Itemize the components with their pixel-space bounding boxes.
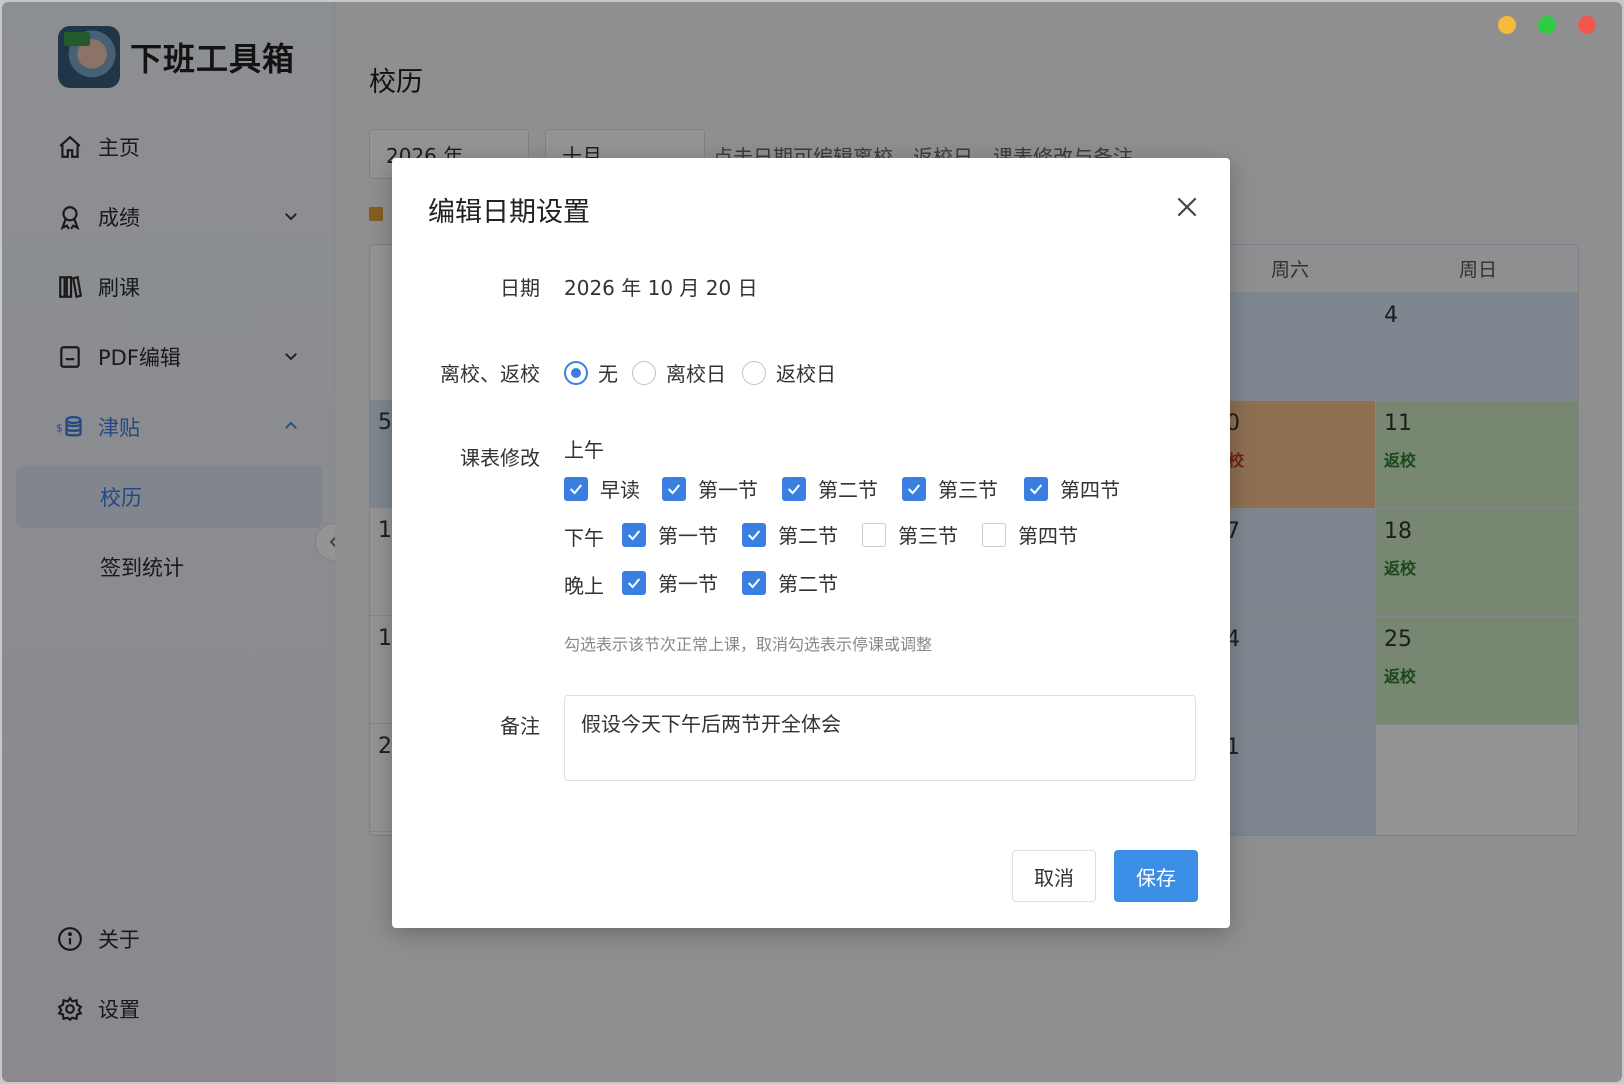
- close-window-button[interactable]: [1578, 16, 1596, 34]
- checkbox-morning-3[interactable]: 第三节: [902, 474, 998, 503]
- check-icon: [902, 476, 926, 501]
- check-icon: [622, 522, 646, 547]
- evening-label: 晚上: [564, 574, 604, 598]
- radio-circle: [742, 360, 766, 385]
- check-icon: [662, 476, 686, 501]
- radio-none[interactable]: 无: [564, 358, 618, 387]
- date-value: 2026 年 10 月 20 日: [564, 276, 758, 300]
- check-icon: [622, 570, 646, 595]
- close-icon[interactable]: [1174, 194, 1200, 220]
- dialog-title: 编辑日期设置: [428, 197, 590, 228]
- radio-circle: [564, 360, 588, 385]
- radio-return-day[interactable]: 返校日: [742, 358, 836, 387]
- leave-return-label: 离校、返校: [440, 362, 540, 386]
- schedule-label: 课表修改: [460, 446, 540, 470]
- save-button[interactable]: 保存: [1114, 850, 1198, 902]
- cancel-button[interactable]: 取消: [1012, 850, 1096, 902]
- checkbox-afternoon-4[interactable]: 第四节: [982, 520, 1078, 549]
- checkbox-afternoon-2[interactable]: 第二节: [742, 520, 838, 549]
- checkbox-morning-1[interactable]: 第一节: [662, 474, 758, 503]
- radio-leave-day[interactable]: 离校日: [632, 358, 726, 387]
- checkbox-empty: [862, 522, 886, 547]
- afternoon-label: 下午: [564, 526, 604, 550]
- checkbox-morning-2[interactable]: 第二节: [782, 474, 878, 503]
- edit-date-dialog: 编辑日期设置 日期 2026 年 10 月 20 日 离校、返校 无 离校日 返…: [392, 158, 1230, 928]
- note-textarea[interactable]: 假设今天下午后两节开全体会: [564, 695, 1196, 781]
- check-icon: [564, 476, 588, 501]
- check-icon: [1024, 476, 1048, 501]
- checkbox-empty: [982, 522, 1006, 547]
- app-window: 下班工具箱 主页 成绩 刷课 PDF编辑 $ 津贴 校历 签到统计 关于 设置 …: [2, 2, 1622, 1082]
- check-icon: [742, 522, 766, 547]
- note-label: 备注: [500, 714, 540, 738]
- minimize-button[interactable]: [1498, 16, 1516, 34]
- morning-label: 上午: [564, 438, 604, 462]
- radio-circle: [632, 360, 656, 385]
- check-icon: [742, 570, 766, 595]
- checkbox-evening-1[interactable]: 第一节: [622, 568, 718, 597]
- check-icon: [782, 476, 806, 501]
- maximize-button[interactable]: [1538, 16, 1556, 34]
- date-label: 日期: [500, 276, 540, 300]
- checkbox-morning-4[interactable]: 第四节: [1024, 474, 1120, 503]
- checkbox-afternoon-1[interactable]: 第一节: [622, 520, 718, 549]
- checkbox-morning-reading[interactable]: 早读: [564, 474, 640, 503]
- schedule-help-text: 勾选表示该节次正常上课，取消勾选表示停课或调整: [564, 635, 933, 654]
- checkbox-evening-2[interactable]: 第二节: [742, 568, 838, 597]
- checkbox-afternoon-3[interactable]: 第三节: [862, 520, 958, 549]
